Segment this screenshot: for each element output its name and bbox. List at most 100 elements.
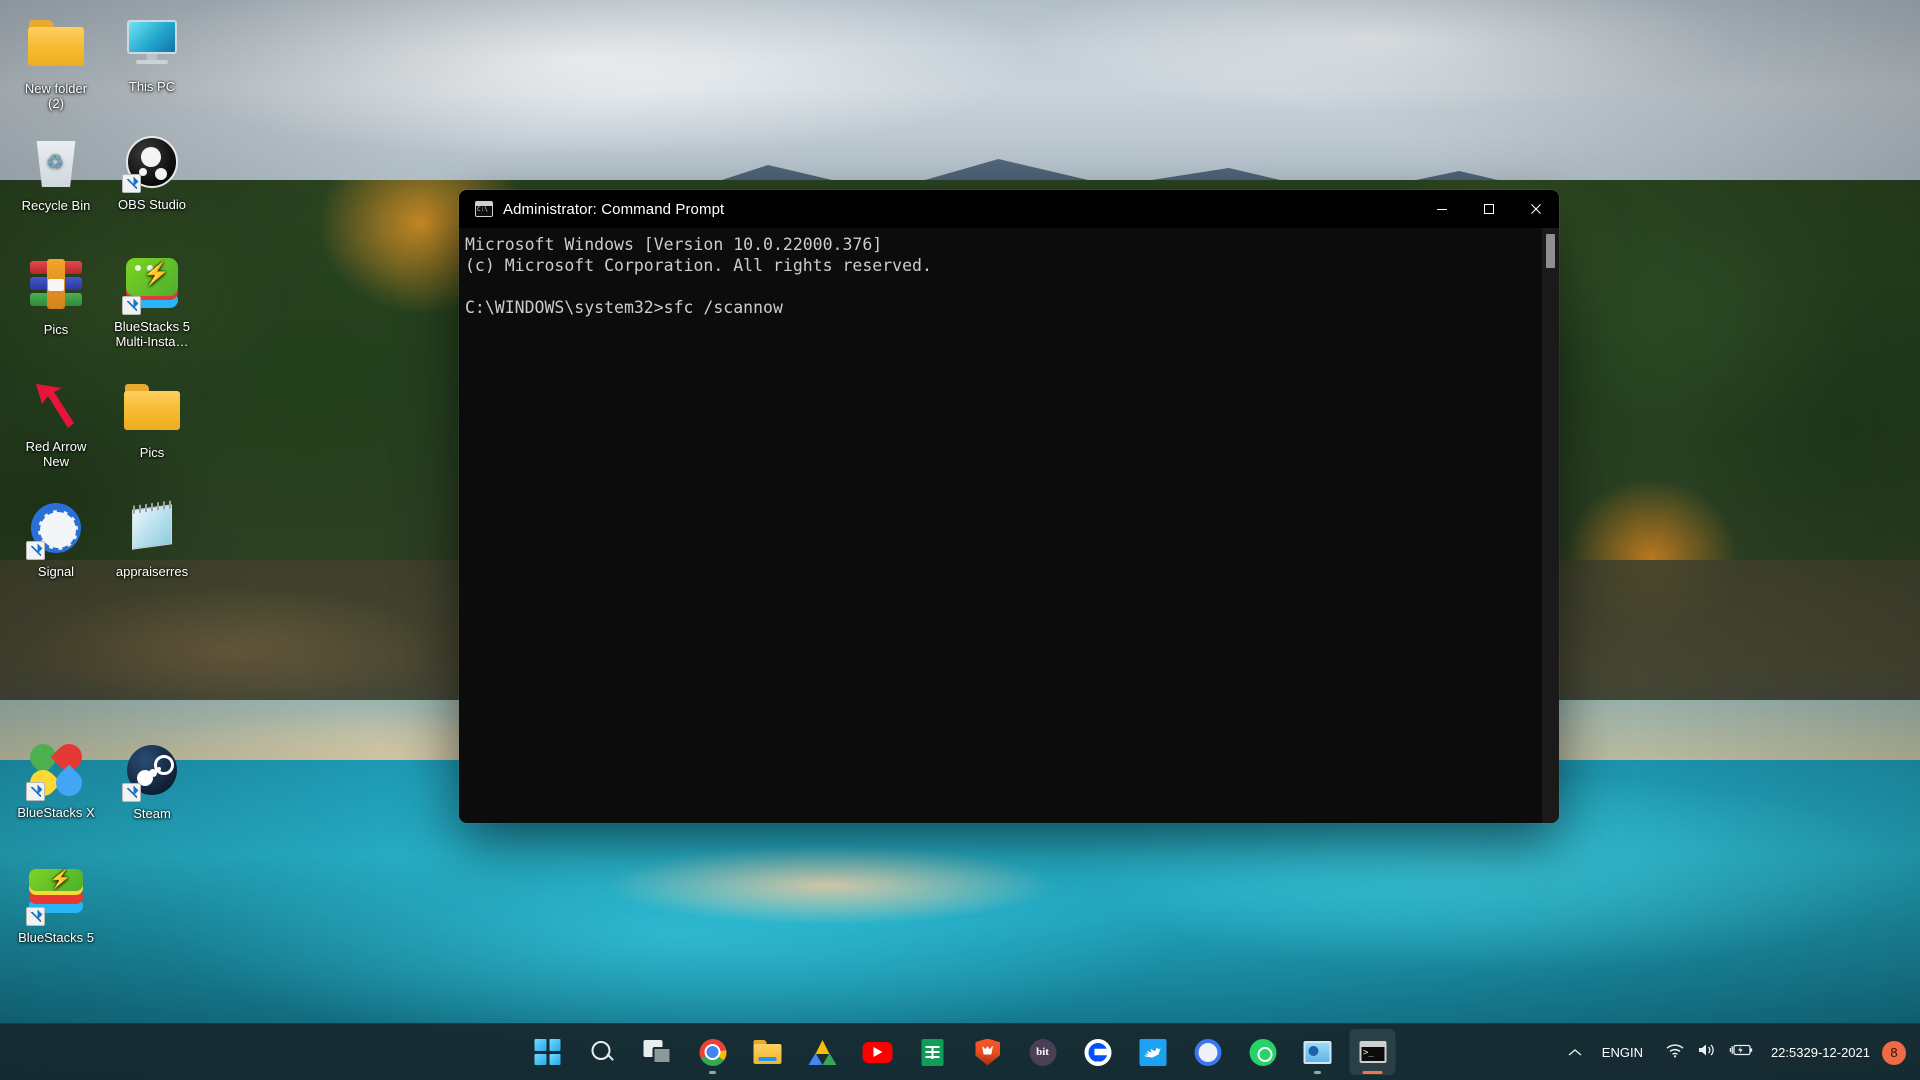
twitter-icon: [1139, 1039, 1166, 1066]
desktop-icon-recycle-bin[interactable]: ♲ Recycle Bin: [8, 134, 104, 213]
running-indicator: [709, 1071, 716, 1075]
task-view-icon: [644, 1040, 672, 1064]
recycle-bin-icon: ♲: [28, 137, 84, 193]
window-title-bar[interactable]: Administrator: Command Prompt: [459, 190, 1559, 228]
twitter-button[interactable]: [1130, 1029, 1176, 1075]
console-output-area[interactable]: Microsoft Windows [Version 10.0.22000.37…: [459, 228, 1559, 823]
search-button[interactable]: [580, 1029, 626, 1075]
desktop-icon-bluestacks-multi-instance[interactable]: ⚡ BlueStacks 5 Multi-Insta…: [104, 256, 200, 349]
youtube-icon: [863, 1042, 893, 1063]
command-prompt-icon: [1359, 1041, 1386, 1063]
clock[interactable]: 22:53 29-12-2021: [1765, 1030, 1880, 1076]
language-indicator[interactable]: ENG IN: [1592, 1030, 1653, 1076]
signal-icon: [28, 503, 84, 559]
taskbar-items: bit: [525, 1024, 1396, 1080]
task-view-button[interactable]: [635, 1029, 681, 1075]
desktop-icon-appraiserres[interactable]: appraiserres: [104, 500, 200, 579]
signal-button[interactable]: [1185, 1029, 1231, 1075]
coinbase-button[interactable]: [1075, 1029, 1121, 1075]
close-button[interactable]: [1512, 190, 1559, 228]
console-text: Microsoft Windows [Version 10.0.22000.37…: [465, 234, 1559, 318]
window-title: Administrator: Command Prompt: [503, 201, 724, 218]
taskbar[interactable]: bit: [0, 1023, 1920, 1080]
command-prompt-button[interactable]: [1350, 1029, 1396, 1075]
window-controls: [1418, 190, 1559, 228]
console-scrollbar[interactable]: [1542, 228, 1559, 823]
shortcut-arrow-icon: [26, 782, 45, 801]
desktop-icon-label: OBS Studio: [104, 197, 200, 212]
desktop-icon-pics-folder[interactable]: Pics: [104, 378, 200, 460]
google-sheets-button[interactable]: [910, 1029, 956, 1075]
red-arrow-icon: [28, 378, 84, 434]
clock-date: 29-12-2021: [1804, 1045, 1871, 1061]
file-explorer-button[interactable]: [745, 1029, 791, 1075]
search-icon: [590, 1039, 616, 1065]
shortcut-arrow-icon: [122, 783, 141, 802]
tray-status-icons[interactable]: [1653, 1030, 1765, 1076]
wallpaper-sky: [0, 0, 1920, 200]
desktop-icon-label: Steam: [104, 806, 200, 821]
desktop-icon-steam[interactable]: Steam: [104, 742, 200, 821]
volume-icon: [1697, 1042, 1717, 1063]
shortcut-arrow-icon: [26, 541, 45, 560]
google-drive-icon: [809, 1040, 837, 1065]
shortcut-arrow-icon: [122, 174, 141, 193]
shortcut-arrow-icon: [26, 907, 45, 926]
windows-start-icon: [535, 1039, 561, 1065]
minimize-button[interactable]: [1418, 190, 1465, 228]
whatsapp-button[interactable]: [1240, 1029, 1286, 1075]
desktop-icon-label: BlueStacks X: [8, 805, 104, 820]
google-drive-button[interactable]: [800, 1029, 846, 1075]
wallpaper-rock: [520, 830, 1140, 940]
whatsapp-icon: [1249, 1039, 1276, 1066]
desktop-icon-label: New folder (2): [8, 81, 104, 111]
youtube-button[interactable]: [855, 1029, 901, 1075]
maximize-button[interactable]: [1465, 190, 1512, 228]
notification-badge[interactable]: 8: [1882, 1041, 1906, 1065]
show-hidden-icons-button[interactable]: [1558, 1030, 1592, 1076]
desktop-icon-new-folder-2[interactable]: New folder (2): [8, 14, 104, 111]
desktop-icon-label: Recycle Bin: [8, 198, 104, 213]
desktop-icon-label: This PC: [104, 79, 200, 94]
desktop-icon-bluestacks-x[interactable]: BlueStacks X: [8, 742, 104, 820]
desktop-icon-label: Pics: [104, 445, 200, 460]
brave-button[interactable]: [965, 1029, 1011, 1075]
bluestacks-multi-instance-icon: ⚡: [124, 258, 180, 314]
desktop-icon-label: BlueStacks 5: [8, 930, 104, 945]
desktop-icon-pics-archive[interactable]: Pics: [8, 256, 104, 337]
active-window-indicator: [1363, 1071, 1383, 1075]
system-tray: ENG IN: [1558, 1024, 1920, 1080]
brave-browser-icon: [975, 1039, 1000, 1066]
chrome-button[interactable]: [690, 1029, 736, 1075]
desktop-icon-this-pc[interactable]: This PC: [104, 14, 200, 94]
winrar-archive-icon: [28, 261, 84, 317]
running-indicator: [1314, 1071, 1321, 1075]
desktop-icon-obs-studio[interactable]: OBS Studio: [104, 134, 200, 212]
folder-icon: [28, 20, 84, 76]
start-button[interactable]: [525, 1029, 571, 1075]
bitly-icon: bit: [1029, 1039, 1056, 1066]
bluestacks-5-icon: ⚡: [28, 869, 84, 925]
folder-icon: [124, 384, 180, 440]
desktop-icon-label: BlueStacks 5 Multi-Insta…: [104, 319, 200, 349]
desktop[interactable]: New folder (2) This PC ♲ Recycle Bin OBS…: [0, 0, 1920, 1080]
notepad-document-icon: [124, 503, 180, 559]
clock-time: 22:53: [1771, 1045, 1804, 1061]
bluestacks-x-icon: [28, 744, 84, 800]
chrome-icon: [699, 1039, 726, 1066]
command-prompt-window[interactable]: Administrator: Command Prompt Microsoft …: [459, 190, 1559, 823]
language-line-1: ENG: [1602, 1045, 1630, 1060]
desktop-icon-red-arrow-new[interactable]: Red Arrow New: [8, 378, 104, 469]
google-sheets-icon: [922, 1039, 944, 1066]
console-scrollbar-thumb[interactable]: [1546, 234, 1555, 268]
this-pc-icon: [124, 18, 180, 74]
steam-icon: [124, 745, 180, 801]
file-explorer-icon: [754, 1040, 782, 1064]
desktop-icon-label: Red Arrow New: [8, 439, 104, 469]
coinbase-icon: [1084, 1039, 1111, 1066]
desktop-icon-signal[interactable]: Signal: [8, 500, 104, 579]
shortcut-arrow-icon: [122, 296, 141, 315]
presentation-button[interactable]: [1295, 1029, 1341, 1075]
bitly-button[interactable]: bit: [1020, 1029, 1066, 1075]
desktop-icon-bluestacks-5[interactable]: ⚡ BlueStacks 5: [8, 864, 104, 945]
